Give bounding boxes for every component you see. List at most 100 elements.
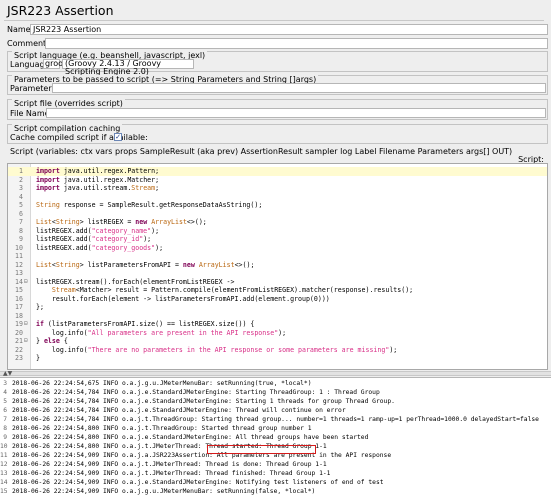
code-text: if (listParametersFromAPI.size() == list… [36, 320, 255, 328]
log-line-text: 2018-06-26 22:24:54,909 INFO o.a.j.t.JMe… [12, 461, 327, 468]
log-line: 3 2018-06-26 22:24:54,675 INFO o.a.j.g.u.… [0, 379, 551, 388]
log-line: 14 2018-06-26 22:24:54,909 INFO o.a.j.e.S… [0, 478, 551, 487]
title-divider [4, 20, 544, 21]
language-select[interactable]: groovy [43, 59, 72, 69]
log-line-number: 3 [3, 380, 7, 387]
code-line[interactable]: 22 log.info("There are no parameters in … [8, 346, 547, 355]
code-text: import java.util.regex.Matcher; [36, 175, 160, 184]
log-line-text: 2018-06-26 22:24:54,909 INFO o.a.j.a.JSR… [12, 452, 392, 459]
code-line[interactable]: 15 Stream<Matcher> result = Pattern.comp… [8, 286, 547, 295]
code-line[interactable]: 14 ⊟ listREGEX.stream().forEach(elementFro… [8, 278, 547, 287]
log-line: 6 2018-06-26 22:24:54,784 INFO o.a.j.e.St… [0, 406, 551, 415]
code-text: listREGEX.stream().forEach(elementFromLi… [36, 277, 235, 286]
line-number: 5 [19, 201, 23, 209]
code-text: String response = SampleResult.getRespon… [36, 201, 263, 209]
comments-input[interactable] [45, 38, 548, 49]
line-number: 18 [15, 311, 23, 320]
log-line-text: 2018-06-26 22:24:54,675 INFO o.a.j.g.u.J… [12, 380, 312, 387]
log-line-number: 8 [3, 425, 7, 432]
fold-toggle-icon[interactable]: ⊟ [24, 337, 28, 346]
line-number: 14 [15, 277, 23, 286]
log-line-number: 13 [0, 470, 8, 477]
line-number: 16 [15, 294, 23, 303]
panel-title: JSR223 Assertion [7, 3, 114, 18]
log-line-number: 11 [0, 452, 8, 459]
log-line: 5 2018-06-26 22:24:54,784 INFO o.a.j.e.St… [0, 397, 551, 406]
log-line: 13 2018-06-26 22:24:54,909 INFO o.a.j.t.J… [0, 469, 551, 478]
code-line[interactable]: 12 List<String> listParametersFromAPI = n… [8, 261, 547, 270]
script-group-title: Script (variables: ctx vars props Sample… [10, 147, 513, 156]
code-text: } else { [36, 337, 68, 345]
script-file-group-title: Script file (overrides script) [12, 99, 125, 108]
script-editor[interactable]: 1 import java.util.regex.Pattern; 2 import … [7, 163, 548, 370]
line-number: 3 [19, 184, 23, 192]
line-number: 10 [15, 243, 23, 252]
code-text: result.forEach(element -> listParameters… [36, 294, 330, 303]
code-line[interactable]: 13 [8, 269, 547, 278]
log-line-number: 10 [0, 443, 8, 450]
log-line-text: 2018-06-26 22:24:54,784 INFO o.a.j.e.Sta… [12, 389, 380, 396]
code-line[interactable]: 16 result.forEach(element -> listParamet… [8, 295, 547, 304]
line-number: 8 [19, 226, 23, 235]
code-line[interactable]: 20 log.info("All parameters are present … [8, 329, 547, 338]
log-line-text: 2018-06-26 22:24:54,784 INFO o.a.j.t.Thr… [12, 416, 539, 423]
split-pane-divider[interactable]: ▲▼ [0, 370, 551, 377]
log-line-text: 2018-06-26 22:24:54,784 INFO o.a.j.e.Sta… [12, 407, 346, 414]
code-line[interactable]: 23} [8, 354, 547, 363]
name-input[interactable]: JSR223 Assertion [30, 24, 548, 35]
log-line-text: 2018-06-26 22:24:54,800 INFO o.a.j.t.Thr… [12, 425, 312, 432]
line-number: 2 [19, 175, 23, 184]
collapse-arrows-icon[interactable]: ▲▼ [3, 370, 12, 377]
line-number: 6 [19, 209, 23, 218]
line-number: 15 [15, 286, 23, 294]
code-line[interactable]: 8 listREGEX.add("category_name"); [8, 227, 547, 236]
caching-group-title: Script compilation caching [12, 124, 123, 133]
cache-checkbox[interactable]: ✓ [114, 133, 122, 141]
highlight-box [207, 445, 316, 454]
code-line[interactable]: 10 listREGEX.add("category_goods"); [8, 244, 547, 253]
code-line[interactable]: 18 [8, 312, 547, 321]
line-number: 19 [15, 320, 23, 328]
log-line-number: 7 [3, 416, 7, 423]
log-line-text: 2018-06-26 22:24:54,909 INFO o.a.j.e.Sta… [12, 479, 384, 486]
line-number: 13 [15, 269, 23, 277]
code-text: log.info("All parameters are present in … [36, 328, 287, 337]
code-line[interactable]: 5 String response = SampleResult.getRespo… [8, 201, 547, 210]
line-number: 22 [15, 345, 23, 354]
log-line: 4 2018-06-26 22:24:54,784 INFO o.a.j.e.St… [0, 388, 551, 397]
log-line-number: 4 [3, 389, 7, 396]
code-text: log.info("There are no parameters in the… [36, 345, 398, 354]
line-number: 1 [19, 167, 23, 175]
cache-label: Cache compiled script if available: [10, 133, 148, 142]
code-line[interactable]: 11 [8, 252, 547, 261]
log-line: 7 2018-06-26 22:24:54,784 INFO o.a.j.t.Th… [0, 415, 551, 424]
log-line: 8 2018-06-26 22:24:54,800 INFO o.a.j.t.Th… [0, 424, 551, 433]
line-number: 11 [15, 252, 23, 260]
file-name-input[interactable] [46, 108, 546, 118]
code-text: List<String> listParametersFromAPI = new… [36, 260, 255, 269]
parameters-input[interactable] [52, 83, 546, 93]
code-line[interactable]: 21 ⊟} else { [8, 337, 547, 346]
code-line[interactable]: 17}; [8, 303, 547, 312]
line-number: 7 [19, 218, 23, 226]
language-description: (Groovy 2.4.13 / Groovy Scripting Engine… [62, 59, 194, 76]
line-number: 17 [15, 303, 23, 311]
code-line[interactable]: 4 [8, 193, 547, 202]
code-line[interactable]: 7 List<String> listREGEX = new ArrayList<… [8, 218, 547, 227]
code-text: import java.util.regex.Pattern; [36, 167, 160, 175]
code-line[interactable]: 2 import java.util.regex.Matcher; [8, 176, 547, 185]
log-panel[interactable]: 3 2018-06-26 22:24:54,675 INFO o.a.j.g.u.… [0, 377, 551, 496]
log-line: 9 2018-06-26 22:24:54,800 INFO o.a.j.e.St… [0, 433, 551, 442]
log-line-number: 6 [3, 407, 7, 414]
fold-toggle-icon[interactable]: ⊟ [24, 320, 28, 329]
code-line[interactable]: 19 ⊟ if (listParametersFromAPI.size() == l… [8, 320, 547, 329]
code-line[interactable]: 1 import java.util.regex.Pattern; [8, 167, 547, 176]
code-text: listREGEX.add("category_goods"); [36, 243, 164, 252]
code-text: listREGEX.add("category_id"); [36, 235, 152, 243]
fold-toggle-icon[interactable]: ⊟ [24, 278, 28, 287]
code-line[interactable]: 3 import java.util.stream.Stream; [8, 184, 547, 193]
code-line[interactable]: 9 listREGEX.add("category_id"); [8, 235, 547, 244]
log-line-number: 14 [0, 479, 8, 486]
log-line-text: 2018-06-26 22:24:54,909 INFO o.a.j.t.JMe… [12, 470, 331, 477]
code-line[interactable]: 6 [8, 210, 547, 219]
